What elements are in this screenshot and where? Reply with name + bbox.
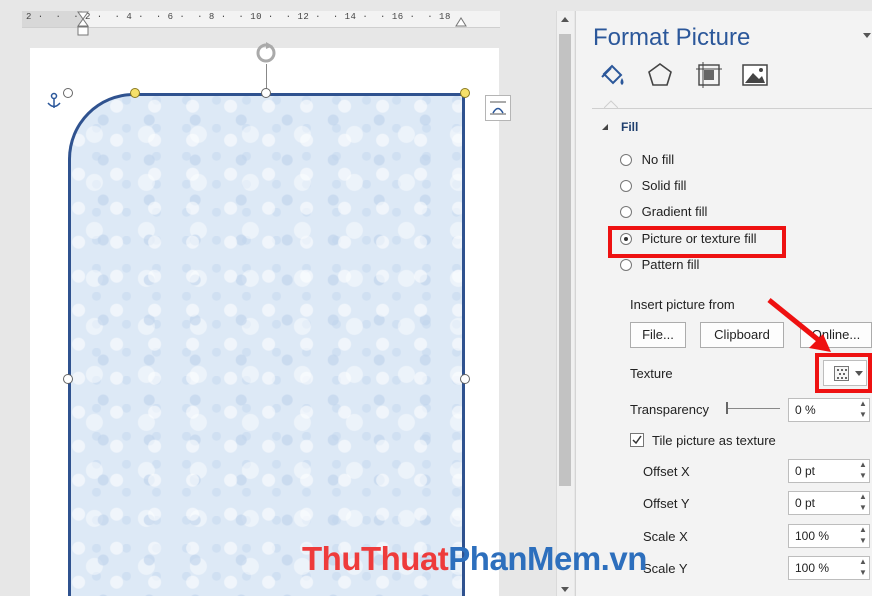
scroll-up-icon[interactable]: [559, 14, 571, 26]
solid-fill-label: Solid fill: [641, 178, 687, 194]
offset-x-label: Offset X: [643, 464, 690, 479]
rotate-handle-icon[interactable]: [253, 40, 279, 66]
indent-marker-icon[interactable]: [77, 11, 89, 37]
offset-x-spinner[interactable]: ▲ ▼: [858, 459, 868, 483]
no-fill-radio[interactable]: [620, 153, 632, 166]
adjust-handle-corner[interactable]: [130, 88, 140, 98]
layout-options-icon: [490, 101, 506, 115]
transparency-spinner[interactable]: ▲ ▼: [858, 398, 868, 422]
no-fill-option[interactable]: No fill: [620, 151, 674, 171]
layout-options-button[interactable]: [485, 95, 511, 121]
insert-picture-from-label: Insert picture from: [630, 297, 735, 312]
selected-shape[interactable]: [68, 93, 465, 596]
tile-checkbox[interactable]: [630, 433, 644, 447]
resize-handle-right[interactable]: [460, 374, 470, 384]
selected-tab-pointer-icon: [604, 100, 618, 109]
scale-x-label: Scale X: [643, 529, 688, 544]
horizontal-ruler[interactable]: 2 · · · 2 · · 4 · · 6 · · 8 · · 10 · · 1…: [22, 11, 500, 36]
pane-options-icon[interactable]: [862, 30, 872, 40]
pattern-fill-option[interactable]: Pattern fill: [620, 256, 699, 276]
texture-label: Texture: [630, 366, 673, 381]
pattern-fill-radio[interactable]: [620, 258, 632, 271]
transparency-slider-track[interactable]: [728, 408, 780, 409]
collapse-triangle-icon[interactable]: [601, 123, 609, 131]
anchor-icon: [47, 92, 61, 108]
right-indent-marker-icon[interactable]: [455, 15, 467, 27]
scroll-down-icon[interactable]: [559, 584, 571, 594]
ruler-numbers: 2 · · · 2 · · 4 · · 6 · · 8 · · 10 · · 1…: [26, 12, 451, 22]
rotate-connector: [266, 64, 267, 90]
watermark-part3: .vn: [600, 540, 648, 577]
pane-title: Format Picture: [593, 24, 751, 51]
tile-label: Tile picture as texture: [652, 433, 776, 448]
adjust-handle-top-right[interactable]: [460, 88, 470, 98]
file-button[interactable]: File...: [630, 322, 686, 348]
highlight-box-texture: [815, 353, 872, 393]
no-fill-label: No fill: [641, 152, 675, 168]
red-arrow-icon: [767, 298, 831, 352]
offset-y-label: Offset Y: [643, 496, 690, 511]
transparency-label: Transparency: [630, 402, 709, 417]
size-properties-icon[interactable]: [694, 60, 724, 90]
tab-divider: [592, 108, 872, 109]
gradient-fill-radio[interactable]: [620, 205, 632, 218]
gradient-fill-label: Gradient fill: [641, 204, 708, 220]
highlight-box-picture-fill: [608, 226, 786, 258]
scale-y-spinner[interactable]: ▲ ▼: [858, 556, 868, 580]
gradient-fill-option[interactable]: Gradient fill: [620, 203, 707, 223]
paint-bucket-icon[interactable]: [598, 60, 628, 90]
picture-icon[interactable]: [740, 60, 770, 90]
resize-handle-top-left[interactable]: [63, 88, 73, 98]
pattern-fill-label: Pattern fill: [641, 257, 700, 273]
scale-y-label: Scale Y: [643, 561, 688, 576]
watermark-part2: PhanMem: [448, 540, 601, 577]
solid-fill-radio[interactable]: [620, 179, 632, 192]
resize-handle-top[interactable]: [261, 88, 271, 98]
watermark-part1: ThuThuat: [302, 540, 449, 577]
resize-handle-left[interactable]: [63, 374, 73, 384]
offset-y-spinner[interactable]: ▲ ▼: [858, 491, 868, 515]
fill-section-header[interactable]: Fill: [621, 120, 638, 134]
pentagon-icon[interactable]: [645, 60, 675, 90]
scale-x-spinner[interactable]: ▲ ▼: [858, 524, 868, 548]
watermark: ThuThuatPhanMem.vn: [302, 540, 647, 578]
solid-fill-option[interactable]: Solid fill: [620, 177, 686, 197]
scrollbar-thumb[interactable]: [559, 34, 571, 486]
